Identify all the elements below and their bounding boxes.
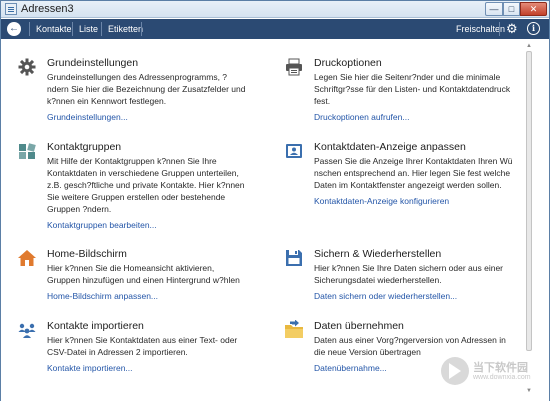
printer-icon — [286, 58, 302, 76]
contact-card-icon — [286, 144, 302, 158]
card-kontaktgruppen: Kontaktgruppen Mit Hilfe der Kontaktgrup… — [17, 141, 245, 231]
watermark: 当下软件园 www.downxia.com — [441, 357, 546, 397]
watermark-logo-icon — [441, 357, 469, 385]
card-title: Kontaktgruppen — [47, 141, 122, 153]
window-title: Adressen3 — [21, 3, 74, 15]
card-druckoptionen: Druckoptionen Legen Sie hier die Seitenr… — [284, 57, 510, 127]
toolbar-separator — [499, 22, 500, 36]
toolbar: ← Kontakte Liste Etiketten Freischalten … — [1, 19, 549, 39]
card-description: Grundeinstellungen des Adressenprogramms… — [47, 72, 246, 106]
card-kontaktdaten-anzeige: Kontaktdaten-Anzeige anpassen Passen Sie… — [284, 141, 512, 231]
close-button[interactable]: ✕ — [520, 2, 547, 16]
card-description: Hier k?nnen Sie Ihre Daten sichern oder … — [314, 263, 503, 285]
gear-icon — [18, 58, 36, 76]
groups-icon — [19, 143, 36, 159]
card-home-bildschirm: Home-Bildschirm Hier k?nnen Sie die Home… — [17, 248, 240, 308]
card-title: Druckoptionen — [314, 57, 382, 69]
druckoptionen-link[interactable]: Druckoptionen aufrufen... — [314, 112, 409, 122]
scroll-thumb[interactable] — [526, 51, 532, 351]
settings-gear-icon[interactable]: ⚙ — [506, 21, 518, 37]
toolbar-separator — [29, 22, 30, 36]
import-people-icon — [18, 323, 36, 338]
card-sichern-wiederherstellen: Sichern & Wiederherstellen Hier k?nnen S… — [284, 248, 504, 308]
back-arrow-icon[interactable]: ← — [7, 22, 21, 36]
save-disk-icon — [286, 250, 302, 266]
card-title: Kontaktdaten-Anzeige anpassen — [314, 141, 466, 153]
title-bar: Adressen3 — □ ✕ — [1, 1, 549, 18]
card-description: Passen Sie die Anzeige Ihrer Kontaktdate… — [314, 156, 513, 190]
tab-liste[interactable]: Liste — [79, 24, 98, 34]
card-description: Daten aus einer Vorg?ngerversion von Adr… — [314, 335, 506, 357]
tab-etiketten[interactable]: Etiketten — [108, 24, 143, 34]
card-description: Legen Sie hier die Seitenr?nder und die … — [314, 72, 511, 106]
toolbar-separator — [101, 22, 102, 36]
settings-content: Grundeinstellungen Grundeinstellungen de… — [1, 39, 549, 401]
card-description: Hier k?nnen Sie Kontaktdaten aus einer T… — [47, 335, 238, 357]
watermark-text: 当下软件园 — [473, 362, 528, 374]
kontaktdaten-anzeige-link[interactable]: Kontaktdaten-Anzeige konfigurieren — [314, 196, 449, 206]
kontakte-importieren-link[interactable]: Kontakte importieren... — [47, 363, 133, 373]
home-icon — [18, 250, 36, 266]
card-title: Home-Bildschirm — [47, 248, 127, 260]
minimize-button[interactable]: — — [485, 2, 503, 16]
watermark-url: www.downxia.com — [473, 374, 531, 381]
card-kontakte-importieren: Kontakte importieren Hier k?nnen Sie Kon… — [17, 320, 237, 380]
info-icon[interactable]: i — [527, 22, 540, 35]
freischalten-button[interactable]: Freischalten — [456, 24, 505, 34]
card-title: Daten übernehmen — [314, 320, 404, 332]
card-title: Sichern & Wiederherstellen — [314, 248, 442, 260]
card-description: Hier k?nnen Sie die Homeansicht aktivier… — [47, 263, 240, 285]
card-title: Grundeinstellungen — [47, 57, 139, 69]
maximize-button[interactable]: □ — [503, 2, 520, 16]
card-title: Kontakte importieren — [47, 320, 144, 332]
vertical-scrollbar[interactable]: ▲ ▼ — [524, 41, 534, 396]
home-bildschirm-link[interactable]: Home-Bildschirm anpassen... — [47, 291, 158, 301]
scroll-up-arrow-icon[interactable]: ▲ — [524, 41, 534, 51]
toolbar-separator — [72, 22, 73, 36]
grundeinstellungen-link[interactable]: Grundeinstellungen... — [47, 112, 128, 122]
kontaktgruppen-link[interactable]: Kontaktgruppen bearbeiten... — [47, 220, 157, 230]
card-description: Mit Hilfe der Kontaktgruppen k?nnen Sie … — [47, 156, 245, 214]
tab-kontakte[interactable]: Kontakte — [36, 24, 72, 34]
card-grundeinstellungen: Grundeinstellungen Grundeinstellungen de… — [17, 57, 245, 127]
datenuebernahme-link[interactable]: Datenübernahme... — [314, 363, 387, 373]
toolbar-separator — [141, 22, 142, 36]
app-icon — [5, 3, 17, 15]
sichern-wiederherstellen-link[interactable]: Daten sichern oder wiederherstellen... — [314, 291, 457, 301]
app-window: Adressen3 — □ ✕ ← Kontakte Liste Etikett… — [0, 0, 550, 401]
folder-transfer-icon — [285, 320, 303, 338]
